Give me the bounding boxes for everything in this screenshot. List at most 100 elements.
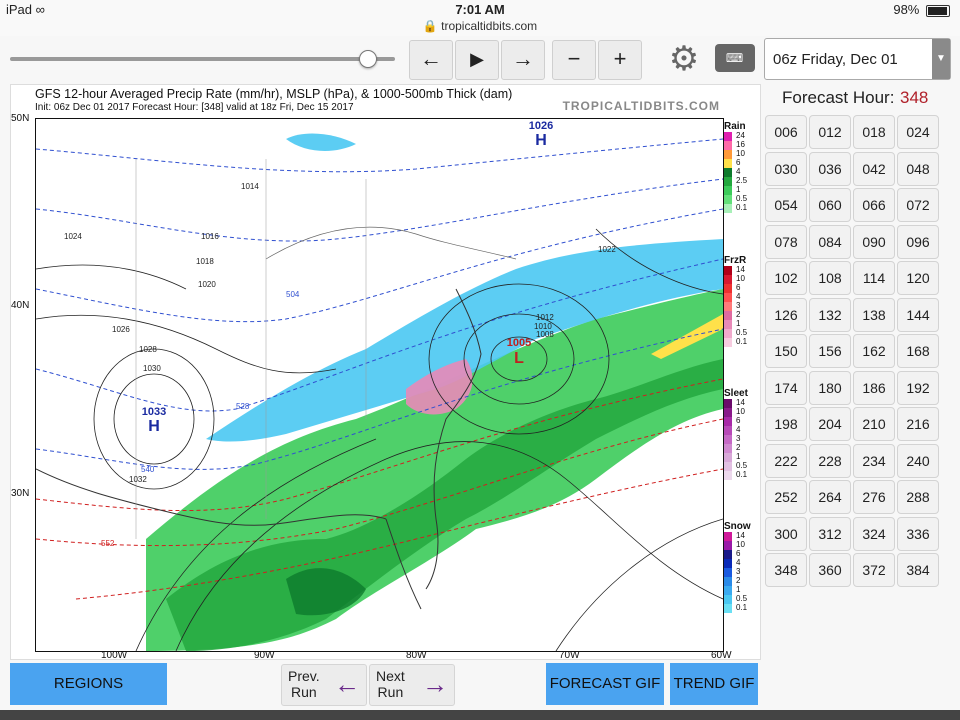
hour-button-210[interactable]: 210 bbox=[853, 407, 895, 441]
legend-label: 3 bbox=[736, 567, 741, 576]
legend-label: 2 bbox=[736, 576, 741, 585]
battery-indicator: 98% bbox=[893, 2, 950, 17]
hour-button-252[interactable]: 252 bbox=[765, 480, 807, 514]
legend-swatch bbox=[724, 532, 732, 541]
hour-button-018[interactable]: 018 bbox=[853, 115, 895, 149]
legend-swatch bbox=[724, 204, 732, 213]
hour-button-348[interactable]: 348 bbox=[765, 553, 807, 587]
hour-button-216[interactable]: 216 bbox=[897, 407, 939, 441]
hour-button-180[interactable]: 180 bbox=[809, 370, 851, 405]
regions-button[interactable]: REGIONS bbox=[10, 663, 167, 705]
hour-button-336[interactable]: 336 bbox=[897, 516, 939, 551]
legend-label: 10 bbox=[736, 149, 745, 158]
zoom-in-button[interactable]: + bbox=[598, 40, 642, 80]
hour-button-360[interactable]: 360 bbox=[809, 553, 851, 587]
hour-button-036[interactable]: 036 bbox=[809, 151, 851, 186]
forecast-hour-label: Forecast Hour: bbox=[782, 88, 895, 107]
keyboard-icon[interactable]: ⌨ bbox=[715, 44, 755, 72]
hour-button-042[interactable]: 042 bbox=[853, 151, 895, 186]
map-graphic: 1033 H 1026 H 1005 L 1014 1016 1018 1020… bbox=[36, 120, 723, 651]
weather-map[interactable]: 1033 H 1026 H 1005 L 1014 1016 1018 1020… bbox=[35, 118, 724, 652]
hour-button-192[interactable]: 192 bbox=[897, 370, 939, 405]
hour-button-288[interactable]: 288 bbox=[897, 480, 939, 514]
zoom-out-button[interactable]: − bbox=[552, 40, 596, 80]
hour-button-048[interactable]: 048 bbox=[897, 151, 939, 186]
hour-button-186[interactable]: 186 bbox=[853, 370, 895, 405]
legend-row: 6 bbox=[724, 416, 758, 426]
bottom-strip bbox=[0, 710, 960, 720]
thickness-line bbox=[36, 178, 723, 242]
hour-button-096[interactable]: 096 bbox=[897, 224, 939, 259]
thickness-label: 540 bbox=[141, 465, 155, 474]
hour-button-108[interactable]: 108 bbox=[809, 261, 851, 295]
hour-button-090[interactable]: 090 bbox=[853, 224, 895, 259]
hour-button-114[interactable]: 114 bbox=[853, 261, 895, 295]
hour-button-276[interactable]: 276 bbox=[853, 480, 895, 514]
legend-label: 14 bbox=[736, 531, 745, 540]
hour-button-198[interactable]: 198 bbox=[765, 407, 807, 441]
hour-button-072[interactable]: 072 bbox=[897, 188, 939, 222]
next-run-button[interactable]: Next Run → bbox=[369, 664, 455, 706]
time-slider-track[interactable] bbox=[10, 57, 395, 61]
hour-button-012[interactable]: 012 bbox=[809, 115, 851, 149]
next-frame-button[interactable]: → bbox=[501, 40, 545, 80]
hour-button-174[interactable]: 174 bbox=[765, 370, 807, 405]
hour-button-030[interactable]: 030 bbox=[765, 151, 807, 186]
lon-label-70w: 70W bbox=[559, 650, 580, 661]
legend-label: 0.1 bbox=[736, 203, 748, 212]
run-select[interactable]: 06z Friday, Dec 01 ▼ bbox=[764, 38, 951, 80]
legend-label: 6 bbox=[736, 416, 741, 425]
prev-run-label: Prev. Run bbox=[288, 668, 320, 700]
legend-row: 2 bbox=[724, 310, 758, 320]
hour-button-144[interactable]: 144 bbox=[897, 297, 939, 332]
low-value: 1005 bbox=[507, 337, 531, 349]
legend-label: 24 bbox=[736, 131, 745, 140]
forecast-gif-button[interactable]: FORECAST GIF bbox=[546, 663, 664, 705]
hour-button-204[interactable]: 204 bbox=[809, 407, 851, 441]
hour-button-384[interactable]: 384 bbox=[897, 553, 939, 587]
time-slider-handle[interactable] bbox=[359, 50, 377, 68]
hour-button-078[interactable]: 078 bbox=[765, 224, 807, 259]
hour-button-006[interactable]: 006 bbox=[765, 115, 807, 149]
legend-row: 0.1 bbox=[724, 470, 758, 480]
hour-button-138[interactable]: 138 bbox=[853, 297, 895, 332]
legend-row: 0.1 bbox=[724, 603, 758, 613]
legend-swatch bbox=[724, 586, 732, 595]
hour-button-054[interactable]: 054 bbox=[765, 188, 807, 222]
hour-button-066[interactable]: 066 bbox=[853, 188, 895, 222]
legend-swatch bbox=[724, 302, 732, 311]
hour-button-234[interactable]: 234 bbox=[853, 443, 895, 478]
prev-run-button[interactable]: Prev. Run ← bbox=[281, 664, 367, 706]
hour-button-222[interactable]: 222 bbox=[765, 443, 807, 478]
arrow-left-icon: ← bbox=[420, 46, 442, 71]
hour-button-264[interactable]: 264 bbox=[809, 480, 851, 514]
legend-row: 4 bbox=[724, 292, 758, 302]
hour-button-240[interactable]: 240 bbox=[897, 443, 939, 478]
chevron-down-icon: ▼ bbox=[932, 39, 950, 79]
hour-button-084[interactable]: 084 bbox=[809, 224, 851, 259]
hour-button-132[interactable]: 132 bbox=[809, 297, 851, 332]
hour-button-372[interactable]: 372 bbox=[853, 553, 895, 587]
hour-button-300[interactable]: 300 bbox=[765, 516, 807, 551]
trend-gif-button[interactable]: TREND GIF bbox=[670, 663, 758, 705]
hour-button-228[interactable]: 228 bbox=[809, 443, 851, 478]
hour-button-324[interactable]: 324 bbox=[853, 516, 895, 551]
play-button[interactable]: ▶ bbox=[455, 40, 499, 80]
hour-button-168[interactable]: 168 bbox=[897, 334, 939, 368]
hour-button-102[interactable]: 102 bbox=[765, 261, 807, 295]
hour-button-150[interactable]: 150 bbox=[765, 334, 807, 368]
high-pressure-marker: 1026 H bbox=[529, 120, 553, 149]
hour-button-312[interactable]: 312 bbox=[809, 516, 851, 551]
hour-button-060[interactable]: 060 bbox=[809, 188, 851, 222]
gear-icon[interactable]: ⚙ bbox=[665, 40, 703, 78]
prev-frame-button[interactable]: ← bbox=[409, 40, 453, 80]
url-bar[interactable]: 🔒 tropicaltidbits.com bbox=[0, 19, 960, 33]
legend-label: 10 bbox=[736, 540, 745, 549]
hour-button-024[interactable]: 024 bbox=[897, 115, 939, 149]
hour-button-162[interactable]: 162 bbox=[853, 334, 895, 368]
hour-button-120[interactable]: 120 bbox=[897, 261, 939, 295]
isobar-label: 1020 bbox=[198, 280, 216, 289]
hour-button-156[interactable]: 156 bbox=[809, 334, 851, 368]
legend-row: 4 bbox=[724, 558, 758, 568]
hour-button-126[interactable]: 126 bbox=[765, 297, 807, 332]
